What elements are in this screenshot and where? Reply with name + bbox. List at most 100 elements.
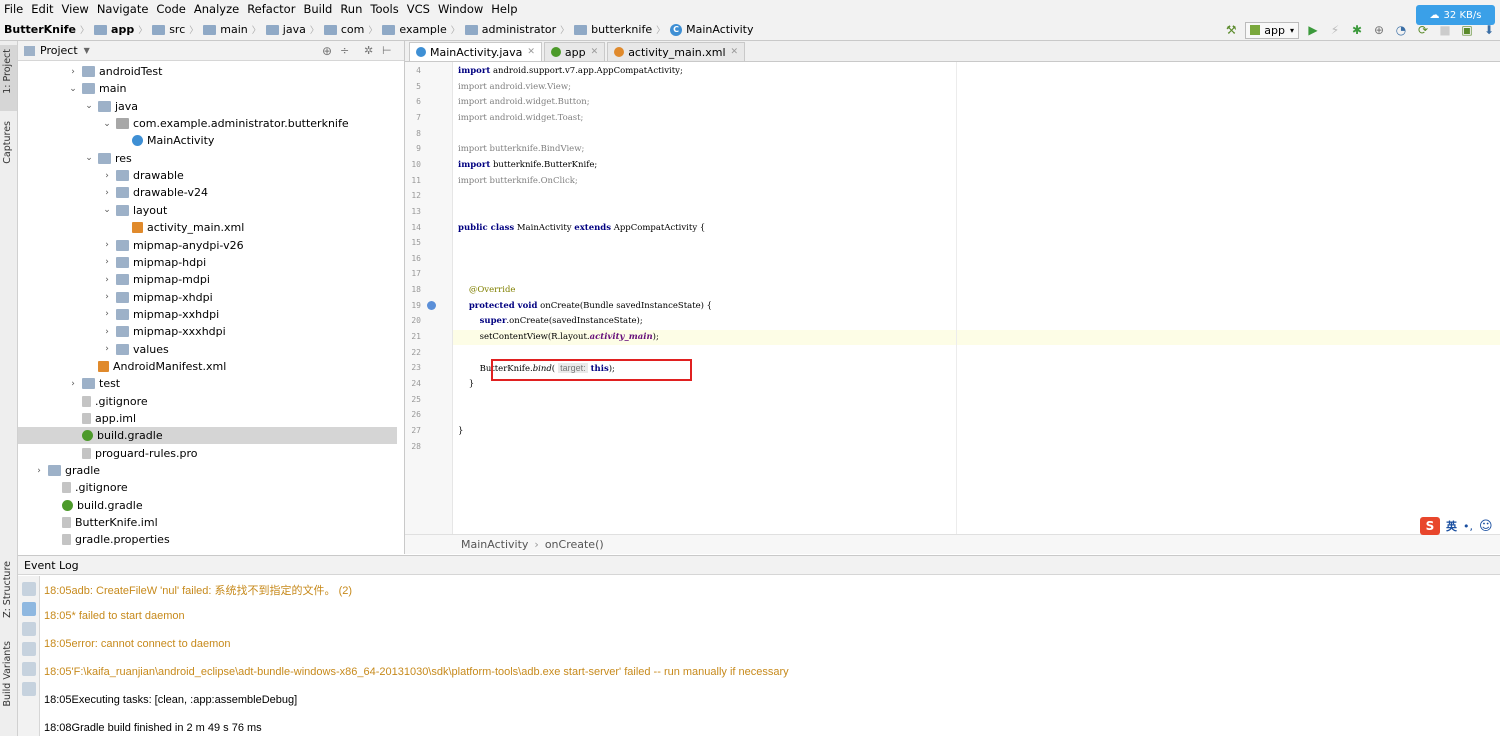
chevron-right-icon[interactable]: › bbox=[102, 240, 112, 250]
menu-item-window[interactable]: Window bbox=[434, 0, 487, 19]
tree-item[interactable]: ⌄ layout bbox=[18, 202, 397, 219]
code-line[interactable]: import android.widget.Button; bbox=[458, 97, 590, 107]
tree-item[interactable]: › androidTest bbox=[18, 63, 397, 80]
tree-item[interactable]: ⌄ com.example.administrator.butterknife bbox=[18, 115, 397, 132]
tree-item[interactable]: ⌄ java bbox=[18, 98, 397, 115]
tree-item[interactable]: activity_main.xml bbox=[18, 219, 397, 236]
tree-item[interactable]: › mipmap-xxxhdpi bbox=[18, 323, 397, 340]
event-log-entry[interactable]: 18:05adb: CreateFileW 'nul' failed: 系统找不… bbox=[44, 582, 352, 598]
tree-item[interactable]: › drawable-v24 bbox=[18, 184, 397, 201]
chevron-down-icon[interactable]: ⌄ bbox=[68, 84, 78, 94]
gear-icon[interactable]: ✲ bbox=[364, 44, 373, 57]
tool-tab-structure[interactable]: Z: Structure bbox=[2, 561, 13, 618]
tool-tab-build-variants[interactable]: Build Variants bbox=[2, 641, 13, 707]
chevron-right-icon[interactable]: › bbox=[102, 171, 112, 181]
code-line[interactable]: public class MainActivity extends AppCom… bbox=[458, 223, 705, 233]
menu-item-build[interactable]: Build bbox=[299, 0, 336, 19]
editor-tab[interactable]: MainActivity.java ✕ bbox=[409, 42, 542, 61]
menu-item-file[interactable]: File bbox=[0, 0, 27, 19]
tree-item[interactable]: › mipmap-xhdpi bbox=[18, 289, 397, 306]
code-line[interactable]: } bbox=[458, 426, 463, 436]
chevron-right-icon[interactable]: › bbox=[68, 67, 78, 77]
punctuation-icon[interactable]: •, bbox=[1463, 520, 1473, 533]
breadcrumb-item[interactable]: ButterKnife 〉 bbox=[2, 23, 92, 36]
tree-item[interactable]: AndroidManifest.xml bbox=[18, 358, 397, 375]
menu-item-view[interactable]: View bbox=[58, 0, 93, 19]
event-log-entry[interactable]: 18:08Gradle build finished in 2 m 49 s 7… bbox=[44, 722, 262, 734]
tree-item[interactable]: › test bbox=[18, 375, 397, 392]
soft-wrap-icon[interactable] bbox=[21, 622, 36, 636]
filter-icon[interactable] bbox=[21, 662, 36, 676]
tree-item[interactable]: ⌄ main bbox=[18, 80, 397, 97]
sogou-ime-icon[interactable]: S bbox=[1420, 517, 1440, 535]
project-view-select[interactable]: Project bbox=[40, 44, 78, 57]
tree-item[interactable]: gradle.properties bbox=[18, 531, 397, 548]
ime-language-label[interactable]: 英 bbox=[1446, 518, 1457, 534]
editor-breadcrumb-class[interactable]: MainActivity bbox=[461, 538, 528, 551]
breadcrumb-item[interactable]: butterknife 〉 bbox=[572, 23, 668, 36]
menu-item-refactor[interactable]: Refactor bbox=[243, 0, 299, 19]
hide-panel-icon[interactable]: ⊢ bbox=[382, 44, 392, 57]
editor-tab[interactable]: activity_main.xml ✕ bbox=[607, 42, 746, 61]
breadcrumb-item[interactable]: C MainActivity bbox=[668, 23, 756, 36]
chevron-right-icon[interactable]: › bbox=[102, 275, 112, 285]
tool-tab-captures[interactable]: Captures bbox=[2, 121, 13, 164]
breadcrumb-item[interactable]: main 〉 bbox=[201, 23, 264, 36]
sync-target-icon[interactable]: ⊕ bbox=[322, 44, 332, 58]
tree-item[interactable]: › mipmap-xxhdpi bbox=[18, 306, 397, 323]
code-line[interactable]: import android.view.View; bbox=[458, 82, 571, 92]
tree-item[interactable]: app.iml bbox=[18, 410, 397, 427]
menu-item-analyze[interactable]: Analyze bbox=[190, 0, 243, 19]
chevron-down-icon[interactable]: ⌄ bbox=[84, 101, 94, 111]
chevron-right-icon[interactable]: › bbox=[68, 379, 78, 389]
breadcrumb-item[interactable]: example 〉 bbox=[380, 23, 462, 36]
tree-item[interactable]: › gradle bbox=[18, 462, 397, 479]
menu-item-navigate[interactable]: Navigate bbox=[93, 0, 153, 19]
run-icon[interactable]: ▶ bbox=[1303, 21, 1323, 39]
chevron-right-icon[interactable]: › bbox=[102, 309, 112, 319]
code-line[interactable]: import butterknife.ButterKnife; bbox=[458, 160, 597, 170]
code-line[interactable]: import android.support.v7.app.AppCompatA… bbox=[458, 66, 683, 76]
chevron-down-icon[interactable]: ⌄ bbox=[102, 119, 112, 129]
code-line[interactable]: super.onCreate(savedInstanceState); bbox=[458, 316, 643, 326]
mark-read-icon[interactable] bbox=[21, 602, 36, 616]
attach-debugger-icon[interactable]: ⊕ bbox=[1369, 21, 1389, 39]
chevron-right-icon[interactable]: › bbox=[102, 327, 112, 337]
tree-item[interactable]: .gitignore bbox=[18, 479, 397, 496]
menu-item-code[interactable]: Code bbox=[152, 0, 189, 19]
chevron-down-icon[interactable]: ▼ bbox=[84, 46, 90, 55]
chevron-right-icon[interactable]: › bbox=[102, 188, 112, 198]
profile-icon[interactable]: ◔ bbox=[1391, 21, 1411, 39]
clear-all-icon[interactable] bbox=[21, 682, 36, 696]
settings-icon[interactable] bbox=[21, 582, 36, 596]
event-log-entry[interactable]: 18:05error: cannot connect to daemon bbox=[44, 638, 231, 650]
chevron-down-icon[interactable]: ⌄ bbox=[84, 153, 94, 163]
code-line[interactable]: @Override bbox=[458, 285, 516, 295]
close-icon[interactable]: ✕ bbox=[591, 47, 599, 57]
tree-item[interactable]: › mipmap-mdpi bbox=[18, 271, 397, 288]
code-line[interactable]: } bbox=[458, 379, 474, 389]
editor-tab[interactable]: app ✕ bbox=[543, 42, 606, 61]
tree-item[interactable]: proguard-rules.pro bbox=[18, 445, 397, 462]
editor-breadcrumb-method[interactable]: onCreate() bbox=[545, 538, 604, 551]
emoji-icon[interactable]: ☺ bbox=[1479, 519, 1493, 534]
override-marker-icon[interactable] bbox=[427, 301, 436, 310]
code-line[interactable]: import butterknife.OnClick; bbox=[458, 176, 578, 186]
debug-icon[interactable]: ✱ bbox=[1347, 21, 1367, 39]
chevron-right-icon[interactable]: › bbox=[102, 257, 112, 267]
breadcrumb-item[interactable]: java 〉 bbox=[264, 23, 322, 36]
collapse-all-icon[interactable]: ÷ bbox=[340, 44, 349, 57]
chevron-right-icon[interactable]: › bbox=[102, 292, 112, 302]
tree-item[interactable]: › values bbox=[18, 341, 397, 358]
tree-item[interactable]: .gitignore bbox=[18, 393, 397, 410]
menu-item-tools[interactable]: Tools bbox=[366, 0, 402, 19]
close-icon[interactable]: ✕ bbox=[731, 47, 739, 57]
tool-tab-project[interactable]: 1: Project bbox=[2, 49, 13, 94]
event-log-entry[interactable]: 18:05* failed to start daemon bbox=[44, 610, 185, 622]
apply-changes-icon[interactable]: ⚡ bbox=[1325, 21, 1345, 39]
run-config-select[interactable]: app ▾ bbox=[1245, 21, 1299, 39]
code-line[interactable]: import butterknife.BindView; bbox=[458, 144, 584, 154]
breadcrumb-item[interactable]: app 〉 bbox=[92, 23, 150, 36]
event-log-entry[interactable]: 18:05Executing tasks: [clean, :app:assem… bbox=[44, 694, 297, 706]
menu-item-vcs[interactable]: VCS bbox=[403, 0, 434, 19]
